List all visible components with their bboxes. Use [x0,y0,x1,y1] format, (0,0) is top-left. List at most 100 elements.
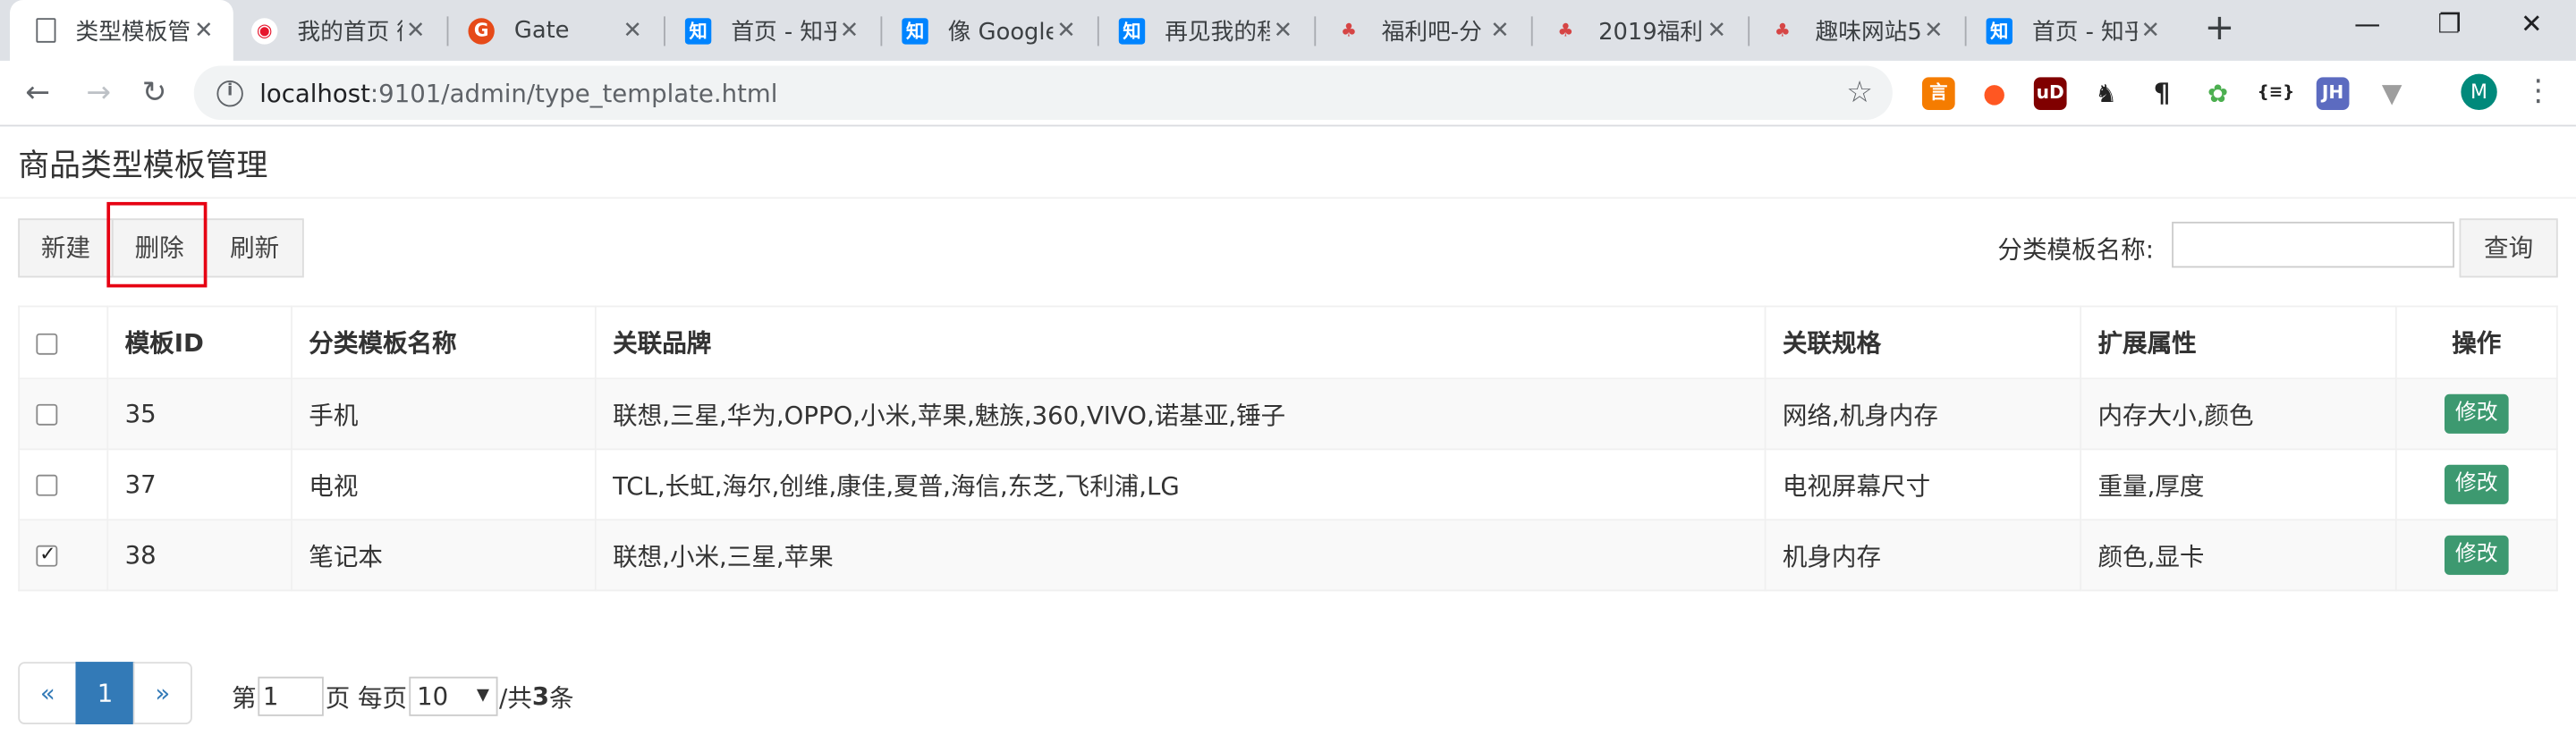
url-path: :9101/admin/type_template.html [369,78,778,108]
page-number-input[interactable]: 1 [258,676,324,716]
tab-zhihu-1[interactable]: 知 首页 - 知乎 ✕ [659,0,879,61]
row-select-cell [18,377,109,451]
extension-location-icon[interactable]: ● [1978,77,2012,111]
table-row: 35 手机 联想,三星,华为,OPPO,小米,苹果,魅族,360,VIVO,诺基… [18,377,2558,451]
menu-kebab-icon[interactable]: ⋮ [2523,75,2553,108]
weibo-icon: ◉ [251,17,278,44]
template-id: 35 [106,377,292,451]
table-row: 38 笔记本 联想,小米,三星,苹果 机身内存 颜色,显卡 修改 [18,519,2558,592]
bookmark-star-icon[interactable]: ☆ [1846,75,1873,110]
search-label: 分类模板名称: [1997,234,2155,265]
back-icon[interactable]: ← [15,71,61,116]
tab-fuliba-2[interactable]: ♣ 2019福利 ✕ [1526,0,1746,61]
specs: 网络,机身内存 [1764,377,2082,451]
total-suffix: 条 [549,682,574,713]
tab-zhihu-2[interactable]: 知 像 Google ✕ [876,0,1096,61]
tab-title: 我的首页 微 [297,19,402,46]
close-icon[interactable]: ✕ [619,17,645,43]
highlight-box [106,201,208,288]
column-header: 模板ID [106,305,292,380]
restore-icon[interactable]: ❐ [2411,0,2487,53]
brands: 联想,三星,华为,OPPO,小米,苹果,魅族,360,VIVO,诺基亚,锤子 [594,377,1767,451]
fuliba-icon: ♣ [1340,20,1357,41]
close-icon[interactable]: ✕ [402,17,428,43]
minimize-icon[interactable]: — [2329,0,2404,53]
info-icon[interactable]: i [216,80,243,106]
column-header: 分类模板名称 [291,305,597,380]
page-1-button[interactable]: 1 [75,662,135,724]
close-window-icon[interactable]: ✕ [2494,0,2569,53]
close-icon[interactable]: ✕ [2138,17,2164,43]
table-header-row: 模板ID 分类模板名称 关联品牌 关联规格 扩展属性 操作 [18,305,2558,380]
refresh-button[interactable]: 刷新 [205,218,304,278]
extension-mascot-icon[interactable]: ♞ [2089,77,2123,111]
tab-zhihu-3[interactable]: 知 再见我的程 ✕ [1092,0,1312,61]
edit-button[interactable]: 修改 [2445,393,2508,434]
brands: TCL,长虹,海尔,创维,康佳,夏普,海信,东芝,飞利浦,LG [594,448,1767,521]
row-checkbox[interactable] [36,474,58,496]
extension-leaf-icon[interactable]: ✿ [2201,77,2234,111]
browser-tab-strip: 类型模板管 ✕ ◉ 我的首页 微 ✕ G Gate ✕ 知 首页 - 知乎 ✕ … [0,0,2576,61]
per-page-value: 10 [417,681,449,712]
tab-active[interactable]: 类型模板管 ✕ [10,0,233,61]
page-content: 商品类型模板管理 新建 删除 刷新 分类模板名称: 查询 模板ID 分类模板名称… [0,128,2576,744]
close-icon[interactable]: ✕ [1487,17,1513,43]
brands: 联想,小米,三星,苹果 [594,519,1767,592]
query-button[interactable]: 查询 [2459,218,2558,278]
extension-translate-icon[interactable]: 言 [1921,77,1955,111]
tab-title: 再见我的程 [1165,19,1270,46]
tab-zhihu-4[interactable]: 知 首页 - 知乎 ✕ [1960,0,2180,61]
edit-button[interactable]: 修改 [2445,535,2508,575]
zhihu-icon: 知 [1986,17,2012,44]
reload-icon[interactable]: ↻ [131,71,177,116]
tab-fuliba-3[interactable]: ♣ 趣味网站5 ✕ [1743,0,1963,61]
tab-gate[interactable]: G Gate ✕ [442,0,662,61]
tab-weibo[interactable]: ◉ 我的首页 微 ✕ [225,0,445,61]
address-bar[interactable]: i localhost:9101/admin/type_template.htm… [193,65,1893,121]
close-icon[interactable]: ✕ [1053,17,1079,43]
new-button[interactable]: 新建 [18,218,114,278]
zhihu-icon: 知 [1118,17,1146,44]
close-icon[interactable]: ✕ [1920,17,1946,43]
fuliba-icon: ♣ [1774,20,1791,41]
per-page-select[interactable]: 10 ▼ [408,676,498,716]
new-tab-button[interactable]: + [2199,6,2241,52]
search-input[interactable] [2172,221,2455,268]
next-page-button[interactable]: » [132,662,192,724]
divider [0,197,2576,199]
page-prefix: 第 [231,682,257,713]
action-cell: 修改 [2394,377,2558,451]
action-cell: 修改 [2394,448,2558,521]
page-suffix: 页 每页 [325,682,408,713]
extension-jh-icon[interactable]: JH [2316,77,2350,111]
row-select-cell [18,519,109,592]
close-icon[interactable]: ✕ [191,17,216,43]
tab-title: Gate [513,17,570,44]
tab-fuliba-1[interactable]: ♣ 福利吧-分 ✕ [1309,0,1530,61]
prev-page-button[interactable]: « [18,662,78,724]
extension-ublock-icon[interactable]: uD [2033,77,2067,111]
action-cell: 修改 [2394,519,2558,592]
extension-pilcrow-icon[interactable]: ¶ [2145,77,2179,111]
close-icon[interactable]: ✕ [836,17,862,43]
attributes: 内存大小,颜色 [2080,377,2397,451]
column-header: 扩展属性 [2080,305,2397,380]
zhihu-icon: 知 [684,17,712,44]
template-table: 模板ID 分类模板名称 关联品牌 关联规格 扩展属性 操作 35 手机 联想,三… [18,305,2558,592]
row-checkbox[interactable] [36,403,58,426]
close-icon[interactable]: ✕ [1704,17,1730,43]
edit-button[interactable]: 修改 [2445,464,2508,504]
row-checkbox-checked[interactable] [36,542,58,567]
forward-icon[interactable]: → [75,71,121,116]
profile-avatar[interactable]: M [2461,73,2497,111]
select-all-checkbox[interactable] [36,332,58,354]
column-header: 关联规格 [1764,305,2082,380]
template-name: 笔记本 [291,519,597,592]
close-icon[interactable]: ✕ [1270,17,1296,43]
specs: 机身内存 [1764,519,2082,592]
extension-vue-icon[interactable]: ▼ [2375,77,2409,111]
zhihu-icon: 知 [902,17,928,44]
tab-title: 首页 - 知乎 [731,19,836,46]
extension-json-icon[interactable]: {≡} [2257,77,2294,111]
tab-title: 像 Google [947,19,1054,46]
